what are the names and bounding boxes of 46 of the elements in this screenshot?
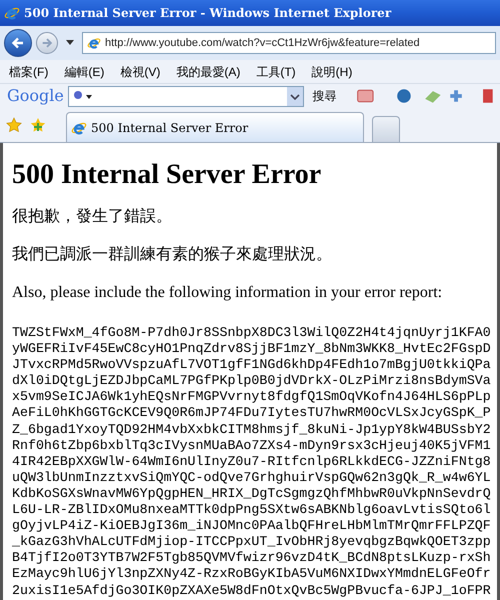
code-line: KdbKoSGXsWnavMW6YpQgpHEN_HRIX_DgTcSgmgzQhfMhbwR0uVkpNnSevdrQ (12, 486, 488, 502)
code-line: gOyjvLP4iZ-KiOEBJgI36m_iNJOMnc0PAalbQFHreLHbMlmTMrQmrFFLPZQF (12, 518, 488, 534)
code-line: uQW3lbUnmInzztxvSiQmYQC-odQve7GrhghuirVspGQw62n3gQk_R_w4w6YL (12, 470, 488, 486)
message-paragraph: 我們已調派一群訓練有素的猴子來處理狀況。 (12, 245, 333, 265)
url-text: http://www.youtube.com/watch?v=cCt1HzWr6jw&feature=related (105, 36, 420, 51)
search-button[interactable]: 搜尋 (312, 87, 336, 105)
code-line: dXl0iDQtgLjEZDJbpCaML7PGfPKplp0B0jdVDrkX-OLzPiMrzi8nsBdymSVa (12, 373, 488, 390)
browser-logo-icon (4, 5, 20, 21)
code-line: x5vm9SeICJA6Wk1yhEQsNrFMGPVvrnyt8fdgfQ1SmOqVKofn4J64HLS6pPLp (12, 389, 488, 406)
browser-tab[interactable]: 500 Internal Server Error (66, 112, 364, 142)
menu-item[interactable]: 我的最愛(A) (176, 62, 240, 80)
star-icon[interactable] (6, 117, 22, 133)
message-paragraph: 很抱歉，發生了錯誤。 (12, 207, 173, 227)
menu-item[interactable]: 檢視(V) (120, 62, 160, 80)
back-button[interactable] (4, 29, 32, 57)
tab-title: 500 Internal Server Error (91, 120, 248, 136)
code-line: L6U-LR-ZBlIDxOMu8nxeaMTTk0dpPng5SXtw6sABKNblg6oavLvtisSQto6l (12, 502, 488, 518)
menu-item[interactable]: 說明(H) (312, 62, 352, 80)
browser-logo-icon (87, 36, 101, 50)
code-line: 2uxisI1e5AfdjGo3OIK0pZXAXe5W8dFnOtxQvBc5WgPBvucfa-6JPJ_1oFPR (12, 582, 488, 599)
menu-item[interactable]: 工具(T) (256, 62, 296, 80)
code-line: yWGEFRiIvF45EwC8cyHO1PnqZdrv8SjjBF1mzY_8bNm3WKK8_HvtEc2FGspD (12, 341, 488, 358)
right-arrow-icon (41, 37, 53, 49)
code-line: TWZStFWxM_4fGo8M-P7dh0Jr8SSnbpX8DC3l3WilQ0Z2H4t4jqnUyrj1KFA0 (12, 325, 488, 342)
code-line: AeFiL0hKhGGTGcKCEV9Q0R6mJP74FDu7IytesTU7hwRM0OcVLSxJcyGSpK_P (12, 405, 488, 422)
dropdown-arrow-icon[interactable] (66, 40, 74, 46)
add-favorite-icon[interactable] (30, 117, 46, 133)
google-search-field[interactable] (68, 86, 304, 106)
address-field[interactable]: http://www.youtube.com/watch?v=cCt1HzWr6jw&feature=related (82, 32, 496, 54)
code-line: B4TjfI2o0T3YTB7W2F5Tgb85QVMVfwizr96vzD4tK_BCdN8ptsLKuzp-rxSh (12, 550, 488, 566)
forward-button[interactable] (36, 32, 58, 54)
message-paragraph: Also, please include the following information in your error report: (12, 283, 444, 303)
dropdown-chevron-icon[interactable] (287, 86, 304, 106)
code-line: Z_6bgad1YxoyTQD92HM4vbXxbkCITM8hmsjf_8kuNi-Jp1ypY8kW4BUSsbY2 (12, 422, 488, 438)
code-line: 4IR42EBpXXGWlW-64WmI6nUlInyZ0u7-RItfcnlp6RLkkdECG-JZZniFNtg8 (12, 454, 488, 470)
menu-item[interactable]: 編輯(E) (64, 62, 104, 80)
google-logo: Google (7, 85, 64, 107)
code-line: Rnf0h6tZbp6bxblTq3cIVysnMUaBAo7ZXs4-mDyn9rsx3cHjeuj40K5jVFM1 (12, 438, 488, 454)
menu-item[interactable]: 檔案(F) (9, 62, 48, 80)
window-title: 500 Internal Server Error - Windows Internet Explorer (24, 5, 392, 22)
left-arrow-icon (11, 36, 25, 50)
new-tab-button[interactable] (372, 116, 400, 142)
code-line: EzMayc9hlU6jYl3npZXNy4Z-RzxRoBGyKIbA5VuM6NXIDwxYMmdnELGFeOfr (12, 566, 488, 582)
error-heading: 500 Internal Server Error (12, 161, 322, 189)
code-line: JTvxcRPMd5RwoVVspzuAfL7VOT1gfF1NGd6khDp4FEdh1o7mBgjU0tkkiQPa (12, 357, 488, 374)
code-line: _kGazG3hVhALcUTFdMjiop-ITCCPpxUT_IvObHRj8yevqbgzBqwkQOET3zpp (12, 534, 488, 550)
